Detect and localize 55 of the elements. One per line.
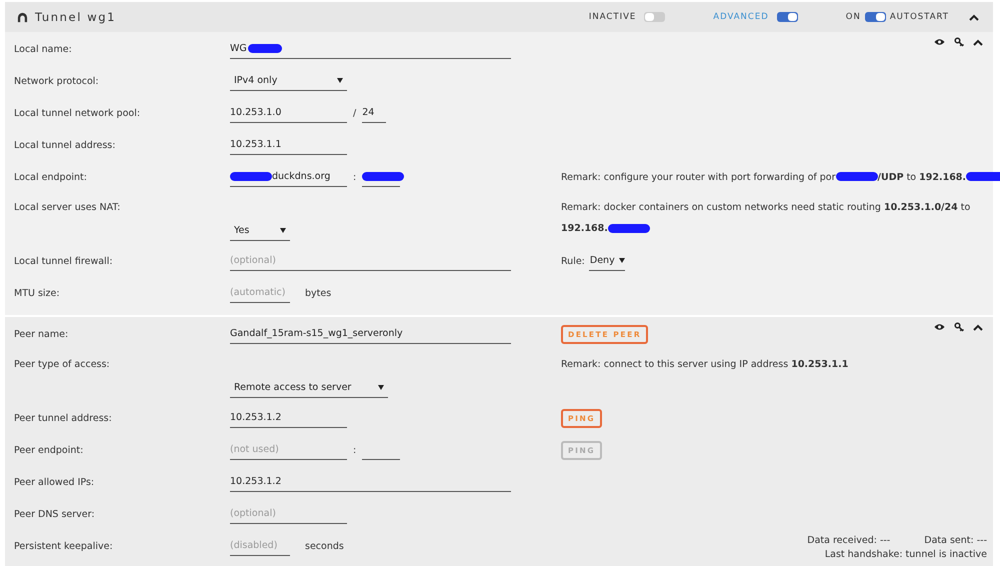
toggle-label: AUTOSTART [890,12,949,22]
input-field[interactable]: 10.253.1.2 [230,472,511,492]
key-icon[interactable] [954,322,964,332]
toggle-switch[interactable] [864,12,886,22]
dropdown[interactable]: IPv4 only [230,71,347,91]
field-label: Network protocol: [14,76,100,86]
eye-icon[interactable] [934,38,945,46]
field-label: Local tunnel network pool: [14,108,142,118]
remark-text: Remark: configure your router with port forwarding of por /UDP to 192.168. [561,166,1000,188]
field-label: Local tunnel firewall: [14,256,114,266]
input-field[interactable]: duckdns.org [230,167,347,187]
unit-label: seconds [305,540,344,552]
rule-dropdown[interactable]: Deny [588,251,625,271]
rule-label: Rule: [561,256,585,266]
stat-text: Data sent: --- [924,535,987,546]
input-field[interactable]: Gandalf_15ram-s15_wg1_serveronly [230,324,511,344]
field-label: Peer tunnel address: [14,412,113,424]
toggle-switch[interactable] [644,12,666,22]
separator-text: : [353,172,356,182]
dropdown[interactable]: Yes [230,221,290,241]
toggle-label: ON [846,12,861,22]
toggle-label: INACTIVE [588,12,636,22]
field-label: Peer endpoint: [14,444,84,456]
collapse-icon[interactable] [969,14,979,20]
collapse-icon[interactable] [973,324,983,330]
input-field[interactable]: 24 [362,103,386,123]
unit-label: bytes [305,288,332,298]
separator-text: / [353,108,356,118]
key-icon[interactable] [954,37,964,47]
field-label: Local server uses NAT: [14,201,122,213]
field-label: Local name: [14,44,73,54]
input-field[interactable]: 10.253.1.2 [230,408,347,428]
collapse-icon[interactable] [973,38,983,46]
field-label: Persistent keepalive: [14,540,114,552]
separator-text: : [353,444,356,456]
tunnel-icon [17,12,28,22]
field-label: MTU size: [14,288,61,298]
stat-text: Last handshake: tunnel is inactive [824,548,987,562]
input-field[interactable]: 10.253.1.1 [230,135,347,155]
eye-icon[interactable] [934,323,945,331]
toggle-label: ADVANCED [713,12,769,22]
tunnel-title: Tunnel wg1 [35,10,116,24]
field-label: Peer allowed IPs: [14,476,96,488]
field-label: Peer DNS server: [14,508,96,520]
input-field[interactable]: 10.253.1.0 [230,103,347,123]
remark-text: Remark: connect to this server using IP address 10.253.1.1 [561,358,848,372]
field-label: Local endpoint: [14,172,88,182]
stat-text: Data received: --- [807,535,890,546]
dropdown[interactable]: Remote access to server [230,378,388,398]
field-label: Peer name: [14,328,70,340]
field-label: Local tunnel address: [14,140,116,150]
toggle-switch[interactable] [776,12,798,22]
input-field[interactable]: WG [230,39,511,59]
remark-text: Remark: docker containers on custom networks need static routing 10.253.1.0/24 to 192.168. [561,201,972,236]
field-label: Peer type of access: [14,358,111,370]
